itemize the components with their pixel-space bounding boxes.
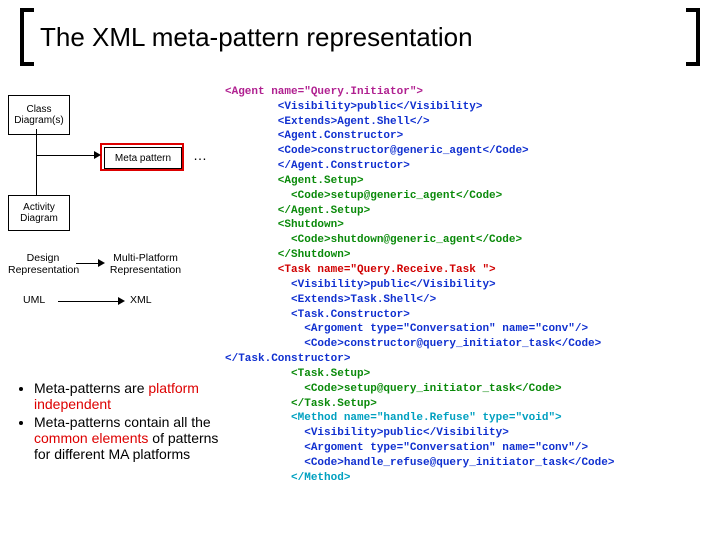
- xml-line: <Code>handle_refuse@query_initiator_task…: [225, 457, 614, 469]
- bullet-text: Meta-patterns contain all the: [34, 414, 211, 430]
- xml-line: <Visibility>public</Visibility>: [225, 101, 482, 113]
- xml-line: <Task.Setup>: [225, 368, 370, 380]
- xml-line: <Extends>Agent.Shell</>: [225, 116, 430, 128]
- multi-platform-label: Multi-Platform Representation: [103, 253, 188, 276]
- xml-line: </Shutdown>: [225, 249, 350, 261]
- xml-code-block: <Agent name="Query.Initiator"> <Visibili…: [225, 70, 715, 486]
- xml-line: <Agent.Constructor>: [225, 130, 403, 142]
- bullet-text: Meta-patterns are: [34, 380, 148, 396]
- class-diagram-box: Class Diagram(s): [8, 95, 70, 135]
- design-rep-label: Design Representation: [8, 253, 78, 276]
- xml-line: </Task.Setup>: [225, 398, 377, 410]
- connector-line: [76, 263, 100, 264]
- bracket-left-icon: [20, 8, 34, 66]
- connector-line: [36, 129, 37, 195]
- xml-line: </Method>: [225, 472, 350, 484]
- bullet-list: Meta-patterns are platform independent M…: [20, 380, 220, 464]
- bullet-item: Meta-patterns contain all the common ele…: [34, 414, 220, 462]
- arrow-right-icon: [118, 297, 125, 305]
- xml-line: <Code>constructor@query_initiator_task</…: [225, 338, 601, 350]
- xml-line: <Task name="Query.Receive.Task ">: [225, 264, 496, 276]
- xml-line: </Agent.Constructor>: [225, 160, 410, 172]
- meta-pattern-box: Meta pattern: [104, 147, 182, 169]
- xml-line: <Code>shutdown@generic_agent</Code>: [225, 234, 522, 246]
- xml-line: <Code>setup@query_initiator_task</Code>: [225, 383, 562, 395]
- bullet-emphasis: common elements: [34, 430, 148, 446]
- xml-line: <Argoment type="Conversation" name="conv…: [225, 442, 588, 454]
- diagram: Class Diagram(s) Meta pattern … Activity…: [8, 95, 218, 375]
- xml-line: <Extends>Task.Shell</>: [225, 294, 436, 306]
- connector-line: [36, 155, 96, 156]
- xml-line: <Code>setup@generic_agent</Code>: [225, 190, 502, 202]
- page-title: The XML meta-pattern representation: [40, 22, 473, 53]
- xml-line: <Visibility>public</Visibility>: [225, 427, 509, 439]
- xml-line: </Task.Constructor>: [225, 353, 350, 365]
- xml-line: <Code>constructor@generic_agent</Code>: [225, 145, 529, 157]
- title-bar: The XML meta-pattern representation: [20, 8, 700, 66]
- xml-line: <Argoment type="Conversation" name="conv…: [225, 323, 588, 335]
- xml-line: <Visibility>public</Visibility>: [225, 279, 496, 291]
- bullet-item: Meta-patterns are platform independent: [34, 380, 220, 412]
- uml-label: UML: [23, 295, 45, 307]
- xml-line: <Shutdown>: [225, 219, 344, 231]
- xml-line: <Agent.Setup>: [225, 175, 364, 187]
- xml-label: XML: [130, 295, 152, 307]
- xml-line: <Method name="handle.Refuse" type="void"…: [225, 412, 562, 424]
- xml-line: <Agent name="Query.Initiator">: [225, 86, 423, 98]
- ellipsis-icon: …: [193, 147, 210, 163]
- activity-diagram-box: Activity Diagram: [8, 195, 70, 231]
- connector-line: [58, 301, 120, 302]
- arrow-right-icon: [94, 151, 101, 159]
- xml-line: <Task.Constructor>: [225, 309, 410, 321]
- arrow-right-icon: [98, 259, 105, 267]
- bracket-right-icon: [686, 8, 700, 66]
- xml-line: </Agent.Setup>: [225, 205, 370, 217]
